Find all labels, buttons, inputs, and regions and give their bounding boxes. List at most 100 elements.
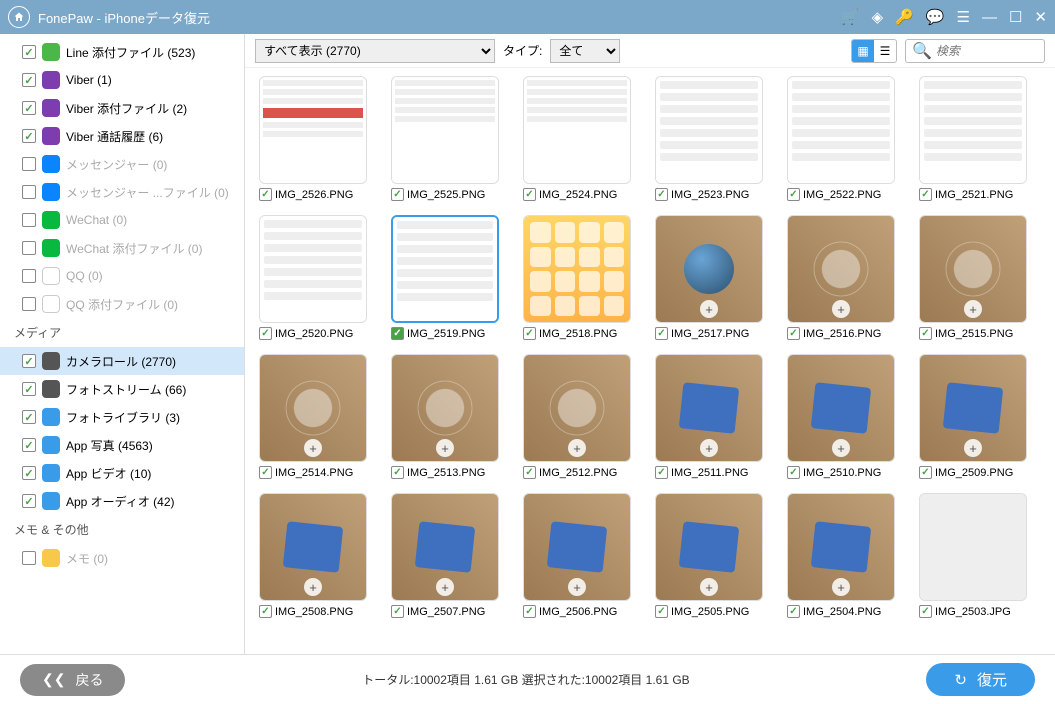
- sidebar-item[interactable]: App オーディオ (42): [0, 487, 244, 515]
- thumbnail-item[interactable]: IMG_2509.PNG: [919, 354, 1031, 479]
- thumbnail-checkbox[interactable]: [523, 605, 536, 618]
- search-box[interactable]: 🔍: [905, 39, 1045, 63]
- thumbnail-item[interactable]: IMG_2513.PNG: [391, 354, 503, 479]
- thumbnail-checkbox[interactable]: [787, 605, 800, 618]
- thumbnail-image[interactable]: [655, 76, 763, 184]
- sidebar-item[interactable]: App 写真 (4563): [0, 431, 244, 459]
- checkbox[interactable]: [22, 129, 36, 143]
- sidebar-item[interactable]: フォトライブラリ (3): [0, 403, 244, 431]
- thumbnail-checkbox[interactable]: [655, 605, 668, 618]
- search-input[interactable]: [936, 44, 1038, 58]
- thumbnail-item[interactable]: IMG_2526.PNG: [259, 76, 371, 201]
- thumbnail-checkbox[interactable]: [919, 605, 932, 618]
- maximize-icon[interactable]: ☐: [1009, 8, 1022, 26]
- thumbnail-item[interactable]: IMG_2512.PNG: [523, 354, 635, 479]
- checkbox[interactable]: [22, 101, 36, 115]
- thumbnail-item[interactable]: IMG_2515.PNG: [919, 215, 1031, 340]
- thumbnail-item[interactable]: IMG_2504.PNG: [787, 493, 899, 618]
- thumbnail-image[interactable]: [391, 354, 499, 462]
- thumbnail-item[interactable]: IMG_2518.PNG: [523, 215, 635, 340]
- grid-view-icon[interactable]: ▦: [852, 40, 874, 62]
- thumbnail-item[interactable]: IMG_2511.PNG: [655, 354, 767, 479]
- minimize-icon[interactable]: —: [982, 9, 997, 26]
- thumbnail-image[interactable]: [919, 215, 1027, 323]
- thumbnail-checkbox[interactable]: [391, 188, 404, 201]
- thumbnail-item[interactable]: IMG_2514.PNG: [259, 354, 371, 479]
- thumbnail-image[interactable]: [787, 354, 895, 462]
- checkbox[interactable]: [22, 157, 36, 171]
- thumbnail-checkbox[interactable]: [919, 466, 932, 479]
- thumbnail-checkbox[interactable]: [787, 327, 800, 340]
- thumbnail-item[interactable]: IMG_2516.PNG: [787, 215, 899, 340]
- thumbnail-image[interactable]: [787, 76, 895, 184]
- cart-icon[interactable]: 🛒: [841, 8, 860, 26]
- thumbnail-checkbox[interactable]: [523, 188, 536, 201]
- thumbnail-grid[interactable]: IMG_2526.PNGIMG_2525.PNGIMG_2524.PNGIMG_…: [245, 68, 1055, 654]
- thumbnail-image[interactable]: [391, 76, 499, 184]
- thumbnail-item[interactable]: IMG_2520.PNG: [259, 215, 371, 340]
- thumbnail-checkbox[interactable]: [655, 466, 668, 479]
- thumbnail-checkbox[interactable]: [391, 327, 404, 340]
- thumbnail-checkbox[interactable]: [259, 605, 272, 618]
- thumbnail-image[interactable]: [655, 493, 763, 601]
- thumbnail-checkbox[interactable]: [259, 188, 272, 201]
- checkbox[interactable]: [22, 438, 36, 452]
- checkbox[interactable]: [22, 213, 36, 227]
- thumbnail-image[interactable]: [259, 76, 367, 184]
- thumbnail-image[interactable]: [919, 76, 1027, 184]
- checkbox[interactable]: [22, 551, 36, 565]
- sidebar[interactable]: Line 添付ファイル (523)Viber (1)Viber 添付ファイル (…: [0, 34, 245, 654]
- filter-select[interactable]: すべて表示 (2770): [255, 39, 495, 63]
- thumbnail-checkbox[interactable]: [523, 327, 536, 340]
- thumbnail-item[interactable]: IMG_2505.PNG: [655, 493, 767, 618]
- sidebar-item[interactable]: App ビデオ (10): [0, 459, 244, 487]
- thumbnail-checkbox[interactable]: [919, 327, 932, 340]
- thumbnail-checkbox[interactable]: [523, 466, 536, 479]
- list-view-icon[interactable]: ☰: [874, 40, 896, 62]
- thumbnail-image[interactable]: [523, 354, 631, 462]
- thumbnail-image[interactable]: [919, 354, 1027, 462]
- checkbox[interactable]: [22, 297, 36, 311]
- sidebar-item[interactable]: カメラロール (2770): [0, 347, 244, 375]
- thumbnail-image[interactable]: [523, 215, 631, 323]
- sidebar-item[interactable]: フォトストリーム (66): [0, 375, 244, 403]
- chat-icon[interactable]: 💬: [926, 8, 945, 26]
- thumbnail-item[interactable]: IMG_2521.PNG: [919, 76, 1031, 201]
- thumbnail-image[interactable]: [787, 215, 895, 323]
- thumbnail-checkbox[interactable]: [391, 466, 404, 479]
- thumbnail-image[interactable]: [655, 215, 763, 323]
- thumbnail-image[interactable]: [391, 215, 499, 323]
- close-icon[interactable]: ✕: [1034, 8, 1047, 26]
- sidebar-item[interactable]: Viber 添付ファイル (2): [0, 94, 244, 122]
- checkbox[interactable]: [22, 185, 36, 199]
- menu-icon[interactable]: ☰: [957, 8, 970, 26]
- thumbnail-checkbox[interactable]: [919, 188, 932, 201]
- checkbox[interactable]: [22, 269, 36, 283]
- restore-button[interactable]: ↻ 復元: [926, 663, 1035, 696]
- thumbnail-item[interactable]: IMG_2519.PNG: [391, 215, 503, 340]
- thumbnail-image[interactable]: [391, 493, 499, 601]
- thumbnail-item[interactable]: IMG_2503.JPG: [919, 493, 1031, 618]
- thumbnail-image[interactable]: [919, 493, 1027, 601]
- checkbox[interactable]: [22, 45, 36, 59]
- thumbnail-checkbox[interactable]: [655, 327, 668, 340]
- checkbox[interactable]: [22, 466, 36, 480]
- type-select[interactable]: 全て: [550, 39, 620, 63]
- thumbnail-item[interactable]: IMG_2517.PNG: [655, 215, 767, 340]
- thumbnail-image[interactable]: [655, 354, 763, 462]
- thumbnail-image[interactable]: [259, 354, 367, 462]
- sidebar-item[interactable]: Viber (1): [0, 66, 244, 94]
- thumbnail-item[interactable]: IMG_2508.PNG: [259, 493, 371, 618]
- back-button[interactable]: ❮❮ 戻る: [20, 664, 125, 696]
- thumbnail-checkbox[interactable]: [259, 466, 272, 479]
- thumbnail-item[interactable]: IMG_2523.PNG: [655, 76, 767, 201]
- thumbnail-item[interactable]: IMG_2510.PNG: [787, 354, 899, 479]
- gem-icon[interactable]: ◈: [872, 8, 884, 26]
- thumbnail-item[interactable]: IMG_2506.PNG: [523, 493, 635, 618]
- thumbnail-checkbox[interactable]: [391, 605, 404, 618]
- thumbnail-item[interactable]: IMG_2507.PNG: [391, 493, 503, 618]
- thumbnail-item[interactable]: IMG_2524.PNG: [523, 76, 635, 201]
- thumbnail-image[interactable]: [259, 215, 367, 323]
- thumbnail-checkbox[interactable]: [259, 327, 272, 340]
- checkbox[interactable]: [22, 354, 36, 368]
